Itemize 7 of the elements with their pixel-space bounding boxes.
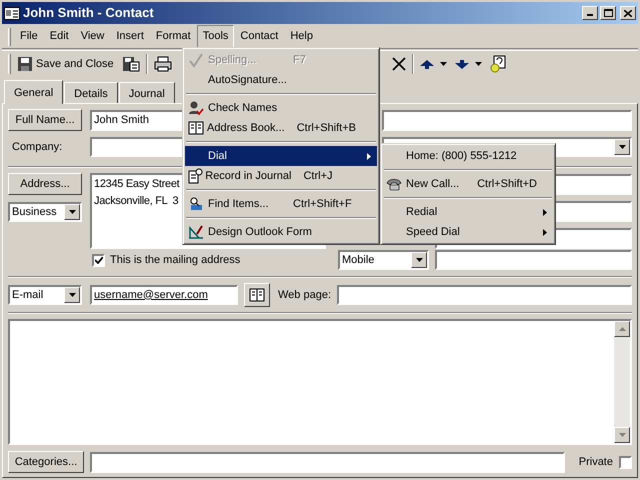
web-page-label: Web page: (278, 288, 332, 303)
address-line: Jacksonville, FL 3 (94, 194, 178, 208)
mailing-address-label: This is the mailing address (110, 252, 240, 268)
window-title: John Smith - Contact (23, 4, 154, 22)
company-label: Company: (11, 140, 64, 155)
private-label: Private (578, 454, 613, 470)
address-line: 12345 Easy Street (94, 177, 180, 192)
